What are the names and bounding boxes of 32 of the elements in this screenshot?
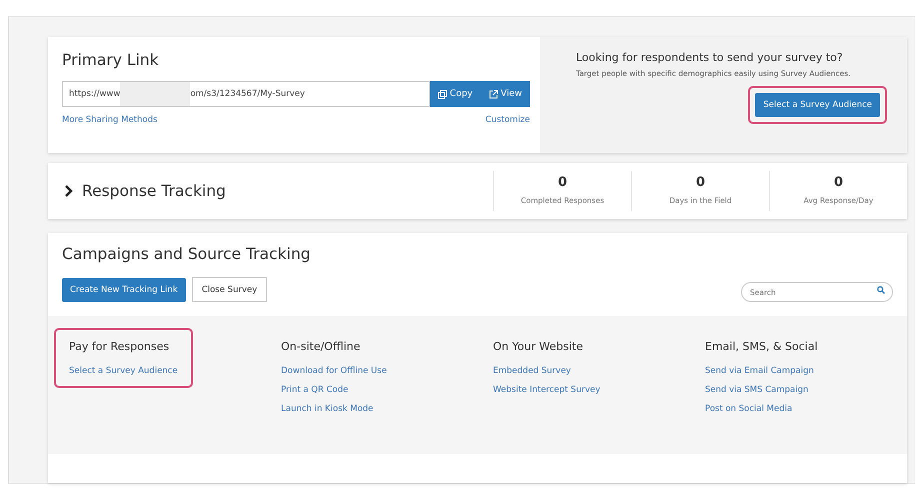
external-link-icon [488,90,498,98]
create-link-button[interactable]: Create New Tracking Link [62,278,186,302]
search-icon [877,286,885,294]
column-title: Pay for Responses [69,340,170,353]
column-title: On Your Website [493,340,584,353]
more-sharing-link[interactable]: More Sharing Methods [62,115,158,125]
stat-value: 0 [696,175,706,190]
source-link[interactable]: Launch in Kiosk Mode [281,404,387,414]
panel-title: Looking for respondents to send your survey to? [576,51,844,64]
stat-value: 0 [834,175,844,190]
chevron-right-icon [64,184,74,198]
view-button[interactable]: View [480,81,530,107]
column-title: Email, SMS, & Social [705,340,818,353]
section-title[interactable]: Response Tracking [82,182,493,200]
url-field[interactable]: https://www om/s3/1234567/My-Survey [62,81,430,107]
stat-value: 0 [558,175,568,190]
source-link[interactable]: Embedded Survey [493,366,600,376]
source-link[interactable]: Send via SMS Campaign [705,385,818,395]
customize-link[interactable]: Customize [485,115,530,125]
source-link[interactable]: Select a Survey Audience [69,366,178,376]
source-link[interactable]: Download for Offline Use [281,366,387,376]
source-link[interactable]: Print a QR Code [281,385,387,395]
source-link[interactable]: Website Intercept Survey [493,385,600,395]
copy-button[interactable]: Copy [430,81,481,107]
copy-icon [438,90,447,98]
section-title: Primary Link [62,51,160,69]
close-survey-button[interactable]: Close Survey [192,277,268,302]
audience-button[interactable]: Select a Survey Audience [755,92,880,116]
section-title: Campaigns and Source Tracking [62,245,312,263]
source-link[interactable]: Post on Social Media [705,404,818,414]
column-title: On-site/Offline [281,340,362,353]
source-link[interactable]: Send via Email Campaign [705,366,818,376]
